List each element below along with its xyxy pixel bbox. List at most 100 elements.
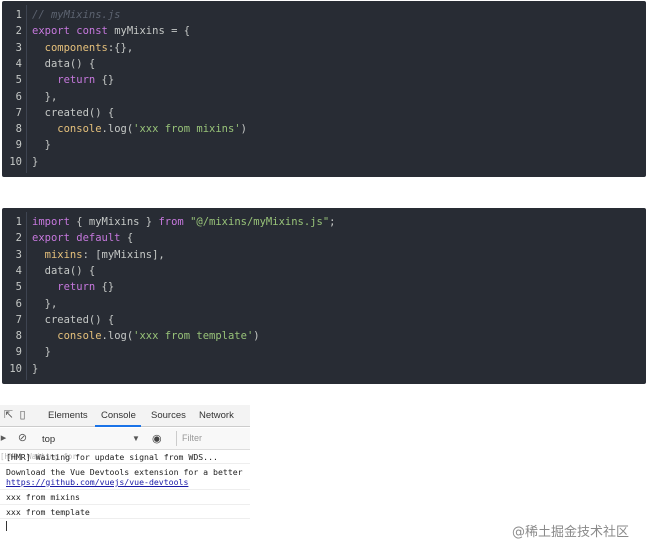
code-text: created() { bbox=[32, 105, 115, 121]
console-log-devtools-link[interactable]: https://github.com/vuejs/vue-devtools bbox=[6, 477, 188, 487]
code-token: :{}, bbox=[107, 41, 134, 54]
code-text: }, bbox=[32, 89, 58, 105]
code-token: console bbox=[32, 123, 102, 136]
line-number: 7 bbox=[15, 106, 22, 119]
code-token: .log( bbox=[101, 123, 134, 136]
device-toggle-icon[interactable]: ▯ bbox=[16, 409, 29, 422]
code-token: .log( bbox=[101, 330, 134, 343]
context-selector[interactable]: top bbox=[42, 434, 55, 445]
line-number: 7 bbox=[15, 313, 22, 326]
code-token: 'xxx from template' bbox=[133, 330, 254, 343]
caret-down-icon[interactable]: ▼ bbox=[132, 434, 140, 443]
code-token: } bbox=[32, 362, 39, 375]
code-token: ; bbox=[329, 216, 336, 228]
console-log-devtools: Download the Vue Devtools extension for … bbox=[6, 467, 243, 477]
code-token: } bbox=[32, 139, 51, 152]
gutter-separator bbox=[26, 212, 27, 380]
code-text: return {} bbox=[32, 279, 114, 295]
code-token: from bbox=[158, 216, 191, 228]
code-text: }, bbox=[32, 296, 58, 312]
line-number: 8 bbox=[15, 330, 22, 343]
log-separator bbox=[0, 504, 250, 505]
code-text: } bbox=[32, 154, 38, 170]
code-text: console.log('xxx from mixins') bbox=[32, 121, 247, 137]
line-number: 9 bbox=[15, 139, 22, 152]
code-text: mixins: [myMixins], bbox=[32, 247, 165, 263]
line-number: 5 bbox=[15, 281, 22, 294]
line-number: 2 bbox=[15, 25, 22, 38]
line-number: 3 bbox=[15, 248, 22, 261]
code-text: } bbox=[32, 361, 38, 377]
console-prompt-cursor[interactable] bbox=[6, 521, 7, 531]
line-number: 6 bbox=[15, 90, 22, 103]
code-text: // myMixins.js bbox=[32, 7, 121, 23]
line-number: 2 bbox=[15, 232, 22, 245]
clear-console-icon[interactable]: ⊘ bbox=[16, 432, 29, 445]
console-log-mixins: xxx from mixins bbox=[6, 492, 80, 502]
code-token: {} bbox=[101, 74, 115, 87]
code-block-mixins: 1 // myMixins.js 2 export const myMixins = … bbox=[2, 1, 646, 177]
code-text: export const myMixins = { bbox=[32, 23, 190, 39]
line-number: 1 bbox=[15, 216, 22, 228]
watermark: @稀土掘金技术社区 bbox=[512, 525, 630, 540]
code-text: created() { bbox=[32, 312, 115, 328]
line-number: 6 bbox=[15, 297, 22, 310]
code-token: // myMixins.js bbox=[32, 9, 121, 21]
devtools-panel: ⇱ ▯ Elements Console Sources Network ▸ ⊘… bbox=[0, 405, 250, 535]
tab-elements[interactable]: Elements bbox=[48, 410, 88, 421]
code-text: console.log('xxx from template') bbox=[32, 328, 260, 344]
tab-sources[interactable]: Sources bbox=[151, 410, 186, 421]
console-log-template: xxx from template bbox=[6, 507, 90, 517]
code-token: data() { bbox=[32, 57, 96, 70]
log-separator bbox=[0, 463, 250, 464]
code-token: } bbox=[32, 346, 51, 359]
filter-input[interactable]: Filter bbox=[176, 431, 248, 446]
code-text: components:{}, bbox=[32, 40, 134, 56]
code-token: }, bbox=[32, 90, 58, 103]
code-token: export const bbox=[32, 25, 115, 38]
line-number: 9 bbox=[15, 346, 22, 359]
code-token: return bbox=[32, 281, 102, 294]
active-tab-indicator bbox=[95, 425, 141, 427]
code-token: myMixins = { bbox=[114, 25, 191, 38]
code-token: ) bbox=[253, 330, 260, 343]
code-token: return bbox=[32, 74, 102, 87]
line-number: 10 bbox=[9, 155, 22, 168]
gutter-separator bbox=[26, 5, 27, 173]
code-token: } bbox=[32, 155, 39, 168]
code-token: console bbox=[32, 330, 102, 343]
devtools-tab-bar: ⇱ ▯ Elements Console Sources Network bbox=[0, 405, 250, 427]
line-number: 10 bbox=[9, 362, 22, 375]
code-token: }, bbox=[32, 297, 58, 310]
code-token: import bbox=[32, 216, 77, 228]
code-token: components bbox=[32, 41, 108, 54]
code-token: { bbox=[126, 232, 134, 245]
log-separator bbox=[0, 518, 250, 519]
code-text: data() { bbox=[32, 56, 96, 72]
eye-icon[interactable]: ◉ bbox=[152, 432, 162, 445]
code-text: export default { bbox=[32, 230, 133, 246]
code-token: 'xxx from mixins' bbox=[133, 123, 241, 136]
code-text: } bbox=[32, 137, 51, 153]
console-toolbar: ▸ ⊘ top ▼ ◉ Filter bbox=[0, 428, 250, 450]
sidebar-toggle-icon[interactable]: ▸ bbox=[0, 432, 10, 445]
tab-network[interactable]: Network bbox=[199, 410, 234, 421]
code-token: mixins bbox=[32, 248, 83, 261]
line-number: 4 bbox=[15, 57, 22, 70]
code-token: {} bbox=[101, 281, 115, 294]
console-log-hmr: [HMR] Waiting for update signal from WDS… bbox=[6, 452, 218, 462]
tab-console[interactable]: Console bbox=[101, 410, 136, 421]
line-number: 4 bbox=[15, 264, 22, 277]
code-token: data() { bbox=[32, 264, 96, 277]
code-text: } bbox=[32, 344, 51, 360]
code-token: export default bbox=[32, 232, 127, 245]
code-token: created() { bbox=[32, 313, 115, 326]
code-token: { myMixins } bbox=[76, 216, 159, 228]
code-token: "@/mixins/myMixins.js" bbox=[190, 216, 330, 228]
line-number: 5 bbox=[15, 74, 22, 87]
inspect-icon[interactable]: ⇱ bbox=[2, 409, 15, 422]
code-token: ) bbox=[240, 123, 247, 136]
code-text: data() { bbox=[32, 263, 96, 279]
code-token: : [myMixins], bbox=[82, 248, 165, 261]
code-text: import { myMixins } from "@/mixins/myMix… bbox=[32, 214, 335, 230]
